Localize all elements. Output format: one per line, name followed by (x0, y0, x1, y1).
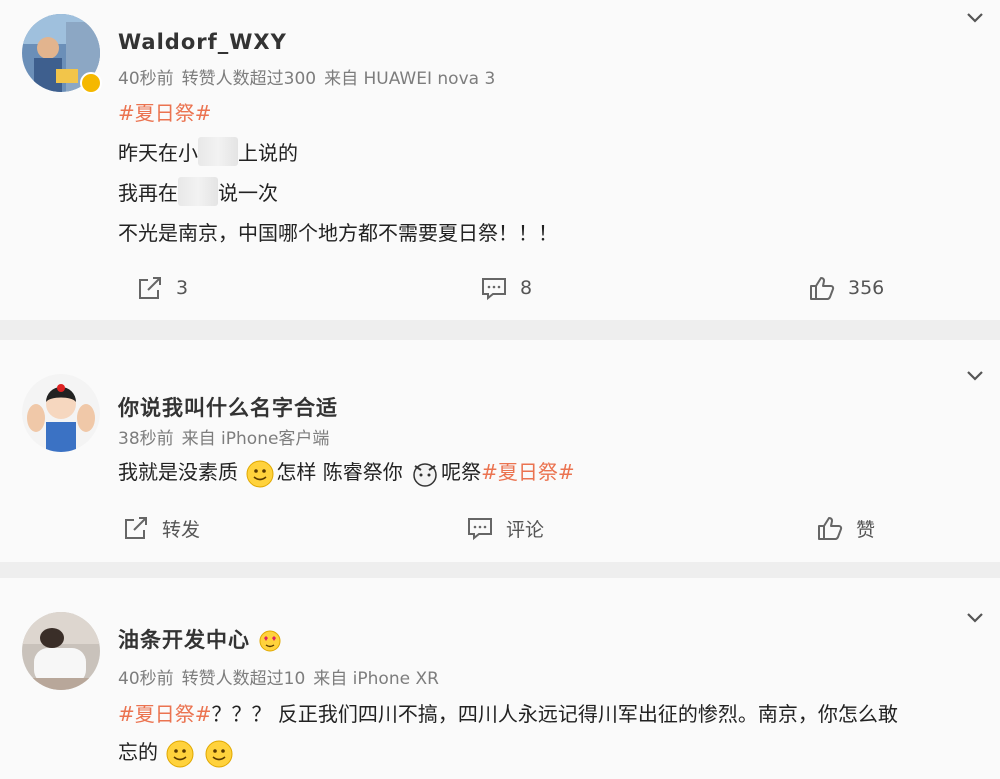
chevron-down-icon[interactable] (964, 606, 986, 628)
chevron-down-icon[interactable] (964, 364, 986, 386)
username[interactable]: Waldorf_WXY (118, 30, 287, 54)
repost-count: 3 (176, 277, 189, 299)
repost-icon (125, 517, 147, 539)
smile-emoji-icon (246, 460, 274, 487)
heart-eyes-emoji-icon (259, 630, 281, 652)
comment-icon (468, 518, 492, 541)
post-meta: 40秒前 转赞人数超过300 来自 HUAWEI nova 3 (118, 64, 495, 89)
text-segment: 上说的 (238, 141, 298, 165)
post-time: 40秒前 (118, 69, 174, 89)
verified-badge-icon (80, 72, 102, 94)
hashtag-link[interactable]: #夏日祭# (118, 702, 212, 726)
blurred-text: 微博 (178, 177, 218, 206)
post-source: 来自 iPhone客户端 (181, 429, 330, 449)
post-text-line: 忘的 (118, 736, 235, 768)
like-label: 赞 (856, 518, 876, 541)
comment-button[interactable]: 8 (480, 274, 532, 302)
blurred-text: 红书 (198, 137, 238, 166)
text-segment: 我再在 (118, 181, 178, 205)
repost-button[interactable]: 转发 (122, 514, 200, 542)
username[interactable]: 你说我叫什么名字合适 (118, 392, 338, 422)
post-source: 来自 HUAWEI nova 3 (324, 69, 496, 89)
repost-icon (139, 277, 161, 299)
text-segment: 忘的 (118, 740, 158, 764)
post-card: 油条开发中心 40秒前 转赞人数超过10 来自 iPhone XR #夏日祭#？？？… (0, 578, 1000, 779)
text-segment: ？？？ 反正我们四川不搞，四川人永远记得川军出征的惨烈。南京，你怎么敢 (211, 702, 898, 726)
avatar[interactable] (22, 374, 100, 452)
post-meta: 38秒前 来自 iPhone客户端 (118, 424, 329, 449)
repost-label: 转发 (162, 518, 201, 541)
username[interactable]: 油条开发中心 (118, 624, 282, 654)
avatar[interactable] (22, 612, 100, 690)
post-source: 来自 iPhone XR (313, 669, 439, 689)
repost-button[interactable]: 3 (136, 274, 188, 302)
like-icon (810, 277, 835, 300)
post-meta: 40秒前 转赞人数超过10 来自 iPhone XR (118, 664, 439, 689)
hashtag-link[interactable]: #夏日祭# (481, 460, 575, 484)
emoji-icon (413, 462, 437, 487)
chevron-down-icon[interactable] (964, 6, 986, 28)
text-segment: 怎样 陈睿祭你 (276, 460, 403, 484)
post-time: 40秒前 (118, 669, 174, 689)
text-segment: 我就是没素质 (118, 460, 238, 484)
text-segment: 说一次 (218, 181, 278, 205)
post-time: 38秒前 (118, 429, 174, 449)
post-text-line: #夏日祭#？？？ 反正我们四川不搞，四川人永远记得川军出征的惨烈。南京，你怎么敢 (118, 698, 898, 727)
text-segment: 呢祭 (441, 460, 482, 484)
comment-label: 评论 (506, 518, 545, 541)
comment-count: 8 (520, 277, 533, 299)
smile-emoji-icon (166, 740, 194, 767)
reposts-info: 转赞人数超过10 (181, 669, 306, 689)
reposts-info: 转赞人数超过300 (181, 69, 317, 89)
post-text-line: 昨天在小红书上说的 (118, 137, 298, 166)
text-segment: 昨天在小 (118, 141, 198, 165)
post-card: Waldorf_WXY 40秒前 转赞人数超过300 来自 HUAWEI nova … (0, 0, 1000, 320)
like-icon (818, 517, 843, 540)
hashtag-link[interactable]: #夏日祭# (118, 97, 212, 126)
post-card: 你说我叫什么名字合适 38秒前 来自 iPhone客户端 我就是没素质 怎样 陈睿… (0, 340, 1000, 562)
post-text-line: 不光是南京，中国哪个地方都不需要夏日祭！！！ (118, 221, 558, 245)
comment-button[interactable]: 评论 (466, 514, 544, 542)
like-button[interactable]: 赞 (816, 514, 875, 542)
like-count: 356 (848, 277, 885, 299)
username-text: 油条开发中心 (118, 628, 250, 652)
post-text-line: 我就是没素质 怎样 陈睿祭你 呢祭#夏日祭# (118, 456, 575, 488)
comment-icon (482, 278, 506, 301)
post-text-line: 我再在微博说一次 (118, 177, 278, 206)
smile-emoji-icon (205, 740, 233, 767)
like-button[interactable]: 356 (808, 274, 884, 302)
